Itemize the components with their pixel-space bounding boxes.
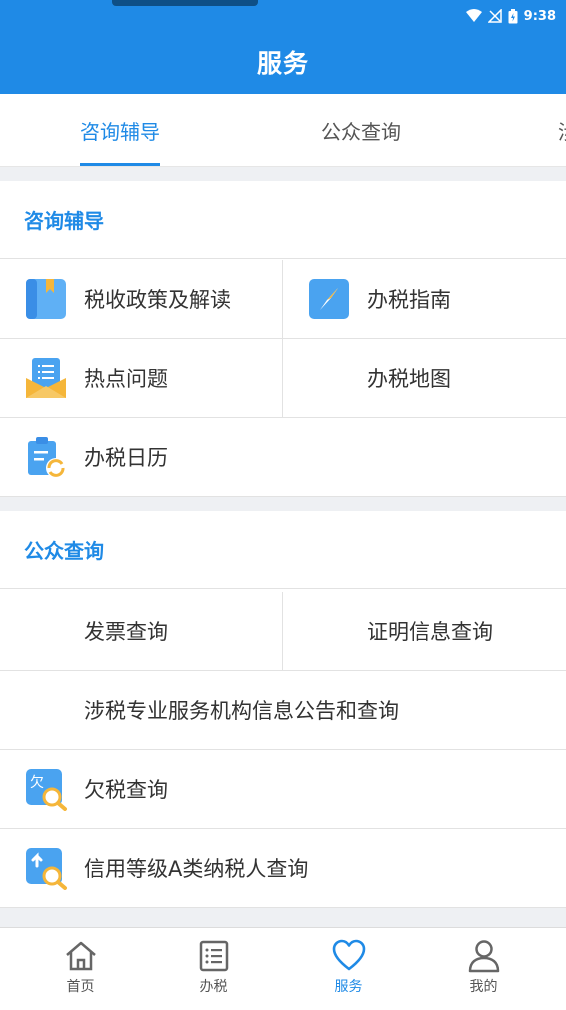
item-label: 税收政策及解读: [84, 288, 231, 312]
heart-icon: [332, 939, 365, 971]
item-credit-query[interactable]: 信用等级A类纳税人查询: [0, 829, 566, 908]
active-tab-indicator: [80, 163, 160, 166]
section-heading: 咨询辅导: [24, 209, 104, 233]
tabbar-service[interactable]: 服务: [278, 928, 419, 1010]
item-label: 办税地图: [367, 367, 451, 391]
credit-search-icon: [26, 848, 67, 890]
battery-icon: [508, 8, 518, 23]
item-tax-guide[interactable]: 办税指南: [283, 260, 566, 339]
item-tax-map[interactable]: 办税地图: [283, 339, 566, 418]
wifi-icon: [465, 9, 482, 22]
status-time: 9:38: [523, 8, 556, 24]
section-title-consulting: 咨询辅导: [0, 181, 566, 259]
tab-label: 涉: [558, 116, 566, 145]
tabbar-label: 办税: [199, 979, 228, 995]
tab-label: 公众查询: [321, 119, 401, 144]
calendar-refresh-icon: [28, 437, 66, 478]
tabbar-label: 我的: [469, 979, 498, 995]
page-title: 服务: [256, 49, 309, 78]
tab-public-query[interactable]: 公众查询: [321, 94, 401, 166]
status-icons: 9:38: [465, 6, 556, 26]
app-header: 服务: [0, 30, 566, 94]
book-icon: [26, 279, 66, 319]
tabbar-label: 服务: [334, 979, 363, 995]
item-tax-policy[interactable]: 税收政策及解读: [0, 260, 283, 339]
tab-consulting[interactable]: 咨询辅导: [80, 94, 160, 166]
item-invoice-query[interactable]: 发票查询: [0, 592, 283, 671]
camera-notch: [112, 0, 258, 6]
section-divider: [0, 497, 566, 511]
compass-icon: [309, 279, 349, 319]
tabbar-label: 首页: [66, 979, 95, 995]
item-label: 热点问题: [84, 367, 168, 391]
tax-search-icon: 欠: [26, 769, 67, 811]
status-bar: 9:38: [0, 0, 566, 30]
section-title-public-query: 公众查询: [0, 511, 566, 589]
svg-text:欠: 欠: [30, 775, 44, 791]
no-signal-icon: [487, 9, 502, 23]
bottom-tabbar: 首页 办税 服务 我的: [0, 927, 566, 1010]
mail-list-icon: [26, 358, 66, 398]
item-label: 发票查询: [84, 620, 168, 644]
section-divider: [0, 908, 566, 927]
top-tabs: 咨询辅导 公众查询 涉: [0, 94, 566, 167]
item-tax-calendar[interactable]: 办税日历: [0, 418, 566, 497]
item-label: 办税日历: [84, 446, 168, 470]
item-label: 信用等级A类纳税人查询: [84, 857, 309, 881]
home-icon: [65, 941, 96, 971]
tab-label: 咨询辅导: [80, 119, 160, 144]
tabbar-mine[interactable]: 我的: [413, 928, 554, 1010]
tabbar-tax[interactable]: 办税: [143, 928, 284, 1010]
tabbar-home[interactable]: 首页: [10, 928, 151, 1010]
list-icon: [199, 940, 228, 972]
section-divider: [0, 167, 566, 181]
item-label: 证明信息查询: [367, 620, 493, 644]
item-tax-owed-query[interactable]: 欠 欠税查询: [0, 750, 566, 829]
section-heading: 公众查询: [24, 539, 104, 563]
item-certificate-query[interactable]: 证明信息查询: [283, 592, 566, 671]
item-hot-issues[interactable]: 热点问题: [0, 339, 283, 418]
item-label: 涉税专业服务机构信息公告和查询: [84, 699, 399, 723]
item-label: 办税指南: [367, 288, 451, 312]
user-icon: [468, 940, 499, 973]
tab-partial[interactable]: 涉: [558, 94, 566, 166]
item-agency-query[interactable]: 涉税专业服务机构信息公告和查询: [0, 671, 566, 750]
item-label: 欠税查询: [84, 778, 168, 802]
